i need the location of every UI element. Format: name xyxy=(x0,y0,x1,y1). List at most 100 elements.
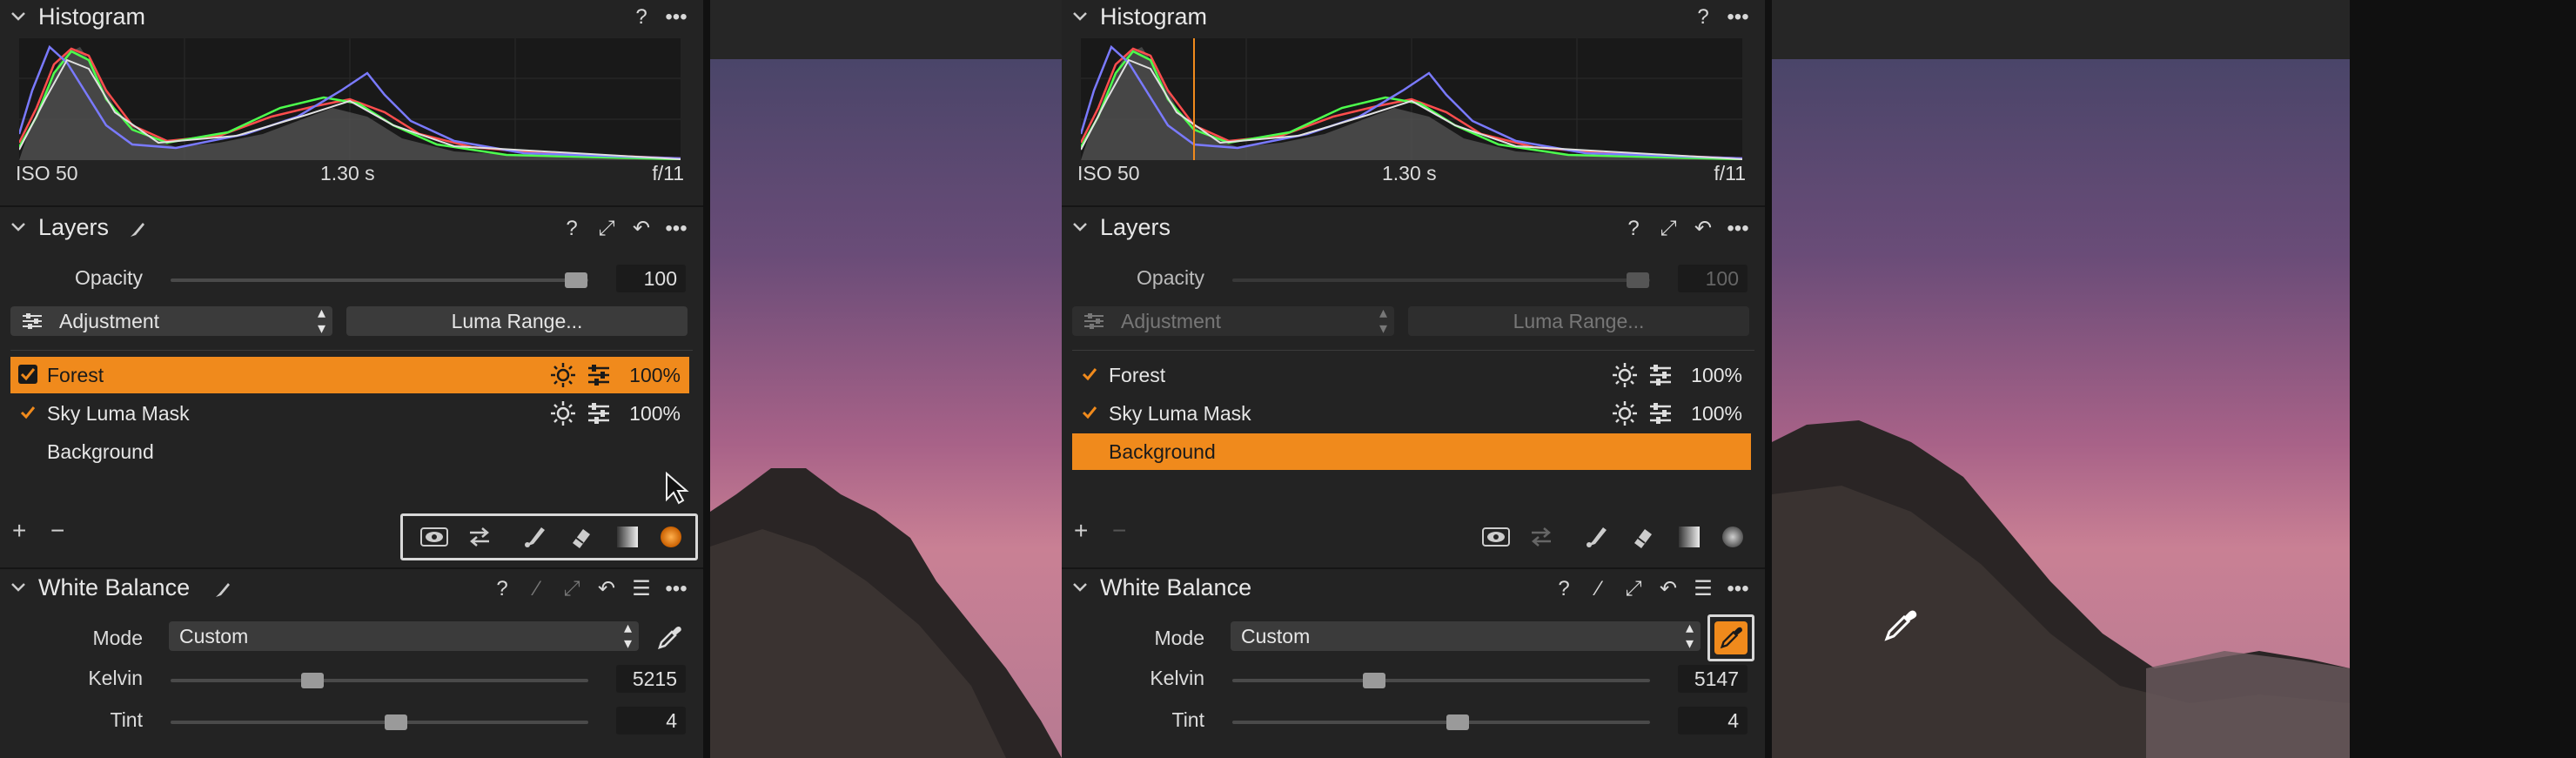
kelvin-value[interactable]: 5215 xyxy=(616,665,686,693)
reset-icon[interactable]: ↶ xyxy=(1657,576,1680,601)
luma-range-button[interactable]: Luma Range... xyxy=(346,306,688,336)
help-icon[interactable]: ? xyxy=(630,5,653,30)
more-options-icon[interactable]: ••• xyxy=(1727,217,1749,241)
layer-name: Forest xyxy=(1109,364,1166,386)
list-icon[interactable]: ☰ xyxy=(630,576,653,601)
kelvin-slider-handle[interactable] xyxy=(1363,673,1385,688)
kelvin-value[interactable]: 5147 xyxy=(1678,665,1748,693)
checkmark-icon[interactable] xyxy=(1079,364,1100,385)
tint-slider[interactable] xyxy=(171,714,588,730)
reset-icon[interactable]: ↶ xyxy=(1692,216,1714,241)
reset-icon[interactable]: ↶ xyxy=(595,576,618,601)
panel-divider[interactable] xyxy=(703,0,710,758)
opacity-label: Opacity xyxy=(75,266,143,289)
panel-divider[interactable] xyxy=(1765,0,1772,758)
checkmark-icon[interactable] xyxy=(1079,402,1100,423)
radial-gradient-icon[interactable] xyxy=(1721,526,1744,548)
tint-slider[interactable] xyxy=(1232,714,1650,730)
layers-header[interactable]: Layers ? ⤢ ↶ ••• xyxy=(0,211,703,249)
more-options-icon[interactable]: ••• xyxy=(665,217,688,241)
help-icon[interactable]: ? xyxy=(1553,577,1575,601)
more-options-icon[interactable]: ••• xyxy=(1727,5,1749,30)
opacity-slider-handle[interactable] xyxy=(565,272,587,288)
eyedropper-button[interactable] xyxy=(1714,621,1748,654)
brightness-icon xyxy=(551,401,575,426)
image-viewer[interactable] xyxy=(710,0,1062,758)
checkmark-icon[interactable] xyxy=(17,402,38,423)
layer-item-forest[interactable]: Forest 100% xyxy=(10,357,689,393)
white-balance-header[interactable]: White Balance ? ⁄ ⤢ ↶ ☰ ••• xyxy=(1062,571,1765,609)
add-layer-button[interactable]: + xyxy=(1074,517,1088,545)
layer-name: Sky Luma Mask xyxy=(47,402,190,425)
chevron-down-icon[interactable] xyxy=(1070,218,1090,237)
swap-icon[interactable] xyxy=(466,526,493,548)
eraser-icon[interactable] xyxy=(1631,524,1655,550)
layers-title: Layers xyxy=(1100,214,1171,240)
reset-icon[interactable]: ↶ xyxy=(630,216,653,241)
brush-icon[interactable] xyxy=(1584,524,1608,550)
opacity-value[interactable]: 100 xyxy=(616,265,686,292)
eraser-icon[interactable] xyxy=(569,524,594,550)
gradient-icon[interactable] xyxy=(616,526,639,548)
layer-item-sky-luma-mask[interactable]: Sky Luma Mask 100% xyxy=(1072,395,1751,432)
mode-label: Mode xyxy=(92,627,143,649)
kelvin-slider[interactable] xyxy=(171,673,588,688)
eye-icon[interactable] xyxy=(1481,526,1511,548)
image-viewer[interactable] xyxy=(1772,0,2350,758)
tint-value[interactable]: 4 xyxy=(1678,707,1748,735)
remove-layer-button[interactable]: − xyxy=(50,517,64,545)
expand-icon[interactable]: ⤢ xyxy=(1657,217,1680,241)
kelvin-slider-handle[interactable] xyxy=(301,673,324,688)
chevron-down-icon[interactable] xyxy=(9,578,28,597)
expand-icon[interactable]: ⤢ xyxy=(560,577,583,601)
divider xyxy=(1062,205,1765,207)
layer-name: Background xyxy=(47,440,154,463)
expand-icon[interactable]: ⤢ xyxy=(595,217,618,241)
histogram-header[interactable]: Histogram ? ••• xyxy=(0,0,703,38)
tint-slider-handle[interactable] xyxy=(1446,714,1469,730)
picker-icon[interactable]: ⁄ xyxy=(526,577,548,601)
layer-type-select[interactable]: Adjustment ▴ ▾ xyxy=(10,305,332,336)
divider xyxy=(10,350,693,351)
layer-item-background[interactable]: Background xyxy=(10,433,689,470)
more-options-icon[interactable]: ••• xyxy=(665,577,688,601)
chevron-down-icon[interactable] xyxy=(1070,7,1090,26)
eyedropper-icon[interactable] xyxy=(654,623,684,653)
layer-item-background[interactable]: Background xyxy=(1072,433,1751,470)
layers-header[interactable]: Layers ? ⤢ ↶ ••• xyxy=(1062,211,1765,249)
brush-icon[interactable] xyxy=(212,580,233,600)
brush-icon[interactable] xyxy=(522,524,547,550)
brush-icon[interactable] xyxy=(127,219,148,240)
more-options-icon[interactable]: ••• xyxy=(665,5,688,30)
mode-select[interactable]: Custom ▴ ▾ xyxy=(169,620,639,651)
layer-opacity: 100% xyxy=(1691,364,1742,386)
histogram-chart xyxy=(1079,38,1743,161)
help-icon[interactable]: ? xyxy=(491,577,513,601)
layer-item-forest[interactable]: Forest 100% xyxy=(1072,357,1751,393)
chevron-down-icon[interactable] xyxy=(1070,578,1090,597)
help-icon[interactable]: ? xyxy=(1622,217,1645,241)
list-icon[interactable]: ☰ xyxy=(1692,576,1714,601)
layer-item-sky-luma-mask[interactable]: Sky Luma Mask 100% xyxy=(10,395,689,432)
more-options-icon[interactable]: ••• xyxy=(1727,577,1749,601)
chevron-down-icon[interactable] xyxy=(9,218,28,237)
chevron-down-icon[interactable] xyxy=(9,7,28,26)
opacity-label: Opacity xyxy=(1137,266,1204,289)
white-balance-header[interactable]: White Balance ? ⁄ ⤢ ↶ ☰ ••• xyxy=(0,571,703,609)
help-icon[interactable]: ? xyxy=(1692,5,1714,30)
help-icon[interactable]: ? xyxy=(560,217,583,241)
radial-gradient-icon[interactable] xyxy=(660,526,682,548)
layer-opacity: 100% xyxy=(629,364,681,386)
eye-icon[interactable] xyxy=(419,526,449,548)
add-layer-button[interactable]: + xyxy=(12,517,26,545)
kelvin-slider[interactable] xyxy=(1232,673,1650,688)
checkmark-icon[interactable] xyxy=(17,364,38,385)
tint-slider-handle[interactable] xyxy=(385,714,407,730)
tint-value[interactable]: 4 xyxy=(616,707,686,735)
opacity-slider[interactable] xyxy=(171,272,588,288)
gradient-icon[interactable] xyxy=(1678,526,1701,548)
mode-select[interactable]: Custom ▴ ▾ xyxy=(1231,620,1701,651)
histogram-header[interactable]: Histogram ? ••• xyxy=(1062,0,1765,38)
expand-icon[interactable]: ⤢ xyxy=(1622,577,1645,601)
picker-icon[interactable]: ⁄ xyxy=(1587,577,1610,601)
